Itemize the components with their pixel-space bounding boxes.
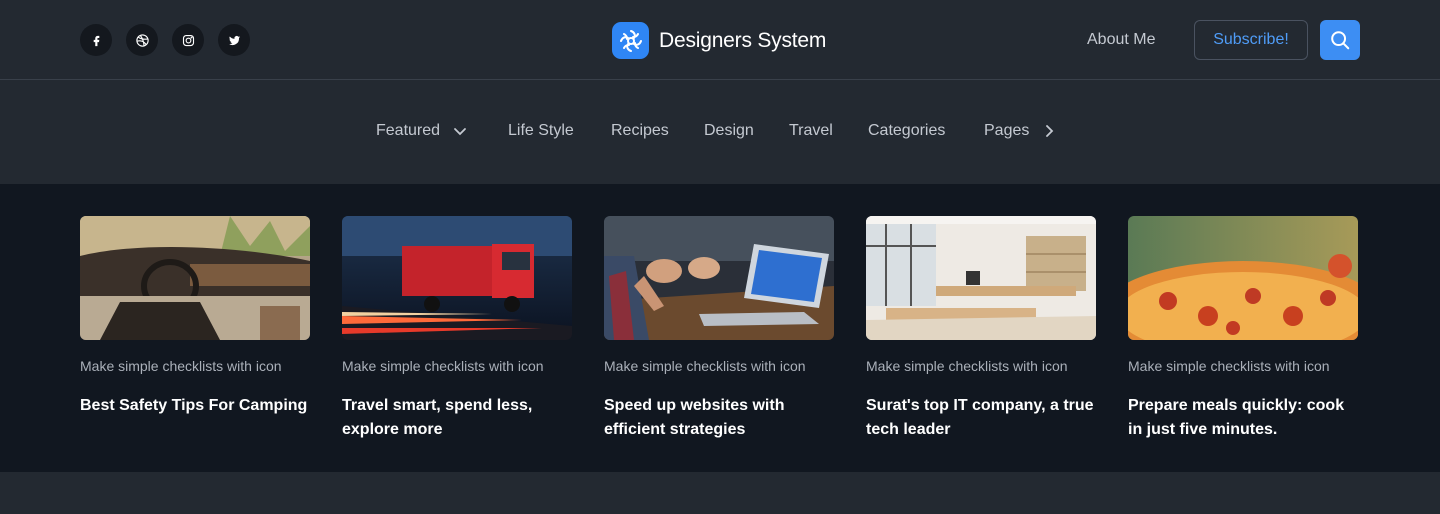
car-interior-image: [80, 216, 310, 340]
nav-item-label: Featured: [376, 122, 441, 139]
facebook-icon[interactable]: [80, 24, 112, 56]
nav-item-recipes[interactable]: Recipes: [611, 122, 669, 140]
post-card[interactable]: Make simple checklists with icon Best Sa…: [80, 216, 310, 418]
truck-image: [342, 216, 572, 340]
post-meta: Make simple checklists with icon: [80, 358, 282, 374]
nav-item-life-style[interactable]: Life Style: [508, 122, 574, 140]
nav-item-label: Life Style: [508, 122, 574, 139]
brand-logo-icon: [612, 22, 649, 59]
post-title[interactable]: Prepare meals quickly: cook in just five…: [1128, 394, 1358, 442]
nav-item-label: Design: [704, 122, 754, 139]
nav-item-design[interactable]: Design: [704, 122, 754, 140]
post-title[interactable]: Surat's top IT company, a true tech lead…: [866, 394, 1096, 442]
post-card[interactable]: Make simple checklists with icon Speed u…: [604, 216, 834, 442]
nav-item-label: Pages: [984, 122, 1030, 139]
brand[interactable]: Designers System: [612, 22, 826, 59]
about-me-link[interactable]: About Me: [1087, 31, 1155, 49]
nav-item-categories[interactable]: Categories: [868, 122, 945, 140]
post-meta: Make simple checklists with icon: [1128, 358, 1330, 374]
top-header: Designers System About Me Subscribe!: [0, 0, 1440, 80]
post-meta: Make simple checklists with icon: [866, 358, 1068, 374]
search-icon: [1331, 31, 1350, 50]
post-title[interactable]: Speed up websites with efficient strateg…: [604, 394, 834, 442]
twitter-icon[interactable]: [218, 24, 250, 56]
chevron-right-icon: [1046, 125, 1054, 137]
post-thumbnail[interactable]: [342, 216, 572, 340]
dribbble-icon[interactable]: [126, 24, 158, 56]
search-button[interactable]: [1320, 20, 1360, 60]
subscribe-button[interactable]: Subscribe!: [1194, 20, 1308, 60]
post-thumbnail[interactable]: [1128, 216, 1358, 340]
instagram-icon[interactable]: [172, 24, 204, 56]
pizza-image: [1128, 216, 1358, 340]
social-links: [80, 24, 250, 56]
post-meta: Make simple checklists with icon: [604, 358, 806, 374]
post-thumbnail[interactable]: [604, 216, 834, 340]
office-image: [866, 216, 1096, 340]
post-thumbnail[interactable]: [866, 216, 1096, 340]
nav-item-label: Categories: [868, 122, 946, 139]
laptop-image: [604, 216, 834, 340]
nav-item-travel[interactable]: Travel: [789, 122, 833, 140]
post-card[interactable]: Make simple checklists with icon Travel …: [342, 216, 572, 442]
post-meta: Make simple checklists with icon: [342, 358, 544, 374]
nav-item-featured[interactable]: Featured: [376, 122, 468, 140]
brand-name: Designers System: [659, 28, 827, 52]
post-thumbnail[interactable]: [80, 216, 310, 340]
post-title[interactable]: Travel smart, spend less, explore more: [342, 394, 572, 442]
post-card[interactable]: Make simple checklists with icon Prepare…: [1128, 216, 1358, 442]
nav-item-label: Recipes: [611, 122, 669, 139]
nav-item-pages[interactable]: Pages: [984, 122, 1057, 140]
featured-posts: Make simple checklists with icon Best Sa…: [0, 184, 1440, 472]
chevron-down-icon: [454, 128, 466, 136]
post-card[interactable]: Make simple checklists with icon Surat's…: [866, 216, 1096, 442]
post-title[interactable]: Best Safety Tips For Camping: [80, 394, 310, 418]
page-footer-area: [0, 472, 1440, 514]
main-nav: Featured Life Style Recipes Design Trave…: [0, 80, 1440, 184]
nav-item-label: Travel: [789, 122, 833, 139]
